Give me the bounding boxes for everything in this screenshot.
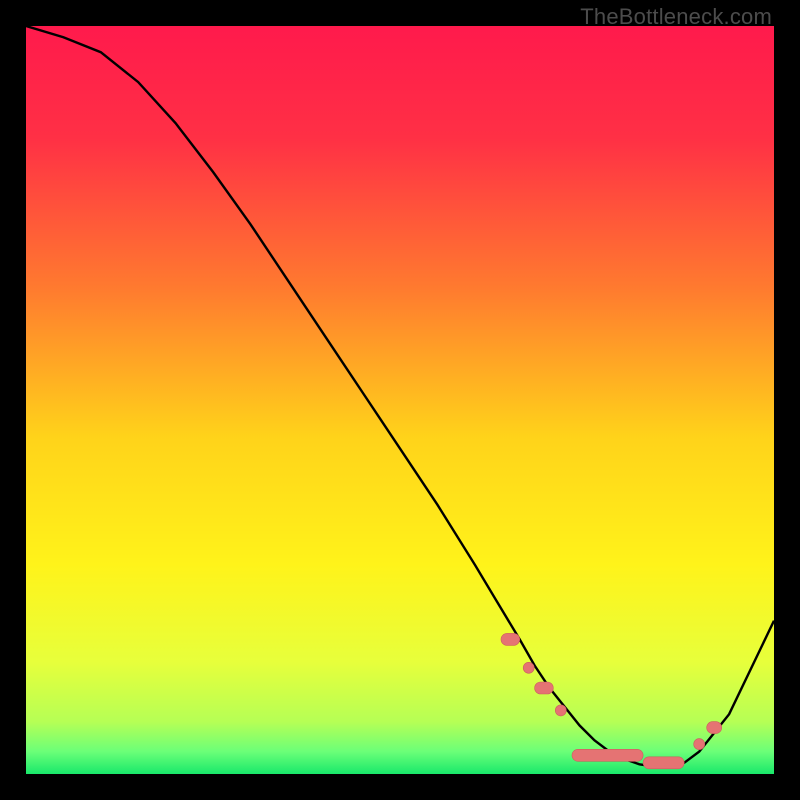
plot-area	[26, 26, 774, 774]
marker-pill	[572, 749, 643, 761]
marker-pill	[535, 682, 554, 694]
watermark-label: TheBottleneck.com	[580, 4, 772, 30]
marker-pill	[643, 757, 684, 769]
curve-markers	[501, 633, 722, 768]
marker-pill	[501, 633, 520, 645]
bottleneck-curve	[26, 26, 774, 774]
marker-dot	[523, 662, 534, 673]
curve-path	[26, 26, 774, 767]
marker-dot	[694, 739, 705, 750]
marker-dot	[555, 705, 566, 716]
chart-frame: TheBottleneck.com	[0, 0, 800, 800]
marker-pill	[707, 722, 722, 734]
